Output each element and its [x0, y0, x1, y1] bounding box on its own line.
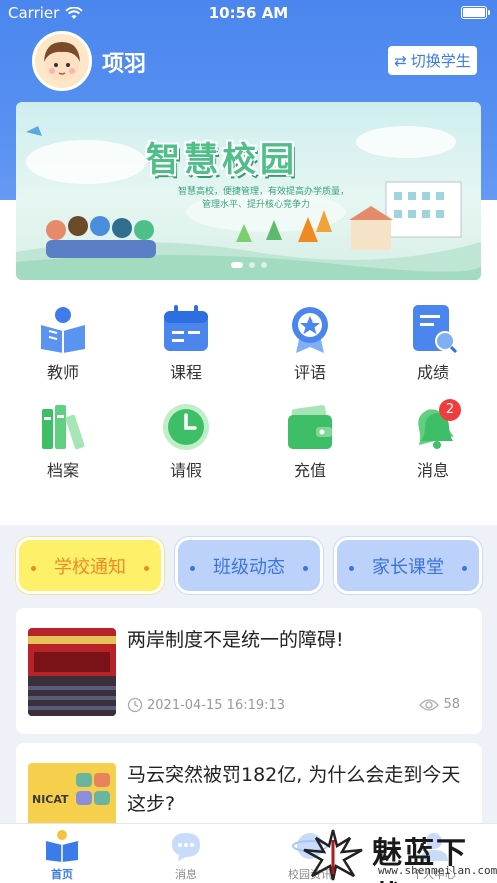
banner-subtitle-2: 管理水平、提升核心竞争力 [202, 200, 311, 210]
news-category-tabs: 学校通知 班级动态 家长课堂 [16, 537, 483, 594]
menu-label-recharge: 充值 [293, 461, 326, 480]
news-item[interactable]: 两岸制度不是统一的障碍! 2021-04-15 16:19:13 58 [16, 608, 482, 734]
tab-school-notice[interactable]: 学校通知 [16, 537, 164, 594]
avatar[interactable] [32, 31, 92, 91]
banner-carousel[interactable]: 智慧校园 智慧高校，便捷管理，有效提高办学质量， 管理水平、提升核心竞争力 [16, 102, 481, 280]
battery-icon [461, 6, 490, 19]
watermark-url: www.shenmeilan.com [378, 864, 497, 877]
chat-bubble-icon [168, 830, 204, 862]
menu-label-comment: 评语 [293, 363, 326, 382]
menu-item-teacher[interactable]: 教师 [15, 305, 111, 385]
status-bar: Carrier 10:56 AM [0, 0, 497, 26]
swap-icon: ⇄ [394, 51, 407, 70]
menu-label-teacher: 教师 [46, 363, 79, 382]
menu-label-leave: 请假 [169, 461, 202, 480]
nav-home[interactable]: 首页 [17, 830, 107, 882]
menu-label-messages: 消息 [416, 461, 449, 480]
news-timestamp: 2021-04-15 16:19:13 [127, 697, 285, 713]
dragon-logo-icon [303, 829, 363, 881]
tab-dot-left [31, 566, 36, 571]
carousel-dot-active[interactable] [230, 262, 243, 268]
banner-subtitle-1: 智慧高校，便捷管理，有效提高办学质量， [178, 187, 350, 197]
tab-dot-right [303, 566, 308, 571]
carousel-dot[interactable] [248, 262, 255, 268]
tab-label: 学校通知 [54, 556, 126, 578]
switch-student-button[interactable]: ⇄ 切换学生 [388, 46, 477, 75]
nav-label-messages: 消息 [175, 868, 197, 881]
clock-icon [162, 403, 210, 451]
home-book-icon [44, 830, 80, 862]
tab-dot-right [144, 566, 149, 571]
eye-icon [419, 698, 440, 711]
carousel-indicator [16, 262, 481, 268]
award-medal-icon [286, 305, 334, 353]
news-title: 马云突然被罚182亿, 为什么会走到今天这步? [127, 764, 461, 815]
child-avatar-icon [44, 42, 80, 81]
menu-item-recharge[interactable]: 充值 [262, 403, 358, 483]
tab-label: 班级动态 [213, 556, 285, 578]
switch-student-label: 切换学生 [410, 52, 471, 70]
tab-label: 家长课堂 [372, 556, 444, 578]
nav-label-home: 首页 [51, 868, 73, 881]
menu-item-leave[interactable]: 请假 [138, 403, 234, 483]
carousel-dot[interactable] [260, 262, 267, 268]
tab-dot-left [349, 566, 354, 571]
teacher-reading-icon [39, 305, 87, 353]
menu-label-archive: 档案 [46, 461, 79, 480]
report-search-icon [409, 305, 458, 354]
menu-item-messages[interactable]: 2 消息 [385, 399, 481, 483]
news-title: 两岸制度不是统一的障碍! [127, 629, 344, 651]
tab-class-updates[interactable]: 班级动态 [175, 537, 323, 594]
news-view-count: 58 [419, 697, 460, 712]
student-name: 项羽 [102, 52, 147, 77]
menu-item-grades[interactable]: 成绩 [385, 305, 481, 385]
menu-item-archive[interactable]: 档案 [15, 403, 111, 483]
site-watermark: 魅蓝下载 www.shenmeilan.com [298, 826, 497, 883]
books-archive-icon [39, 403, 87, 451]
unread-badge: 2 [439, 399, 461, 421]
menu-label-course: 课程 [169, 363, 202, 382]
tab-parent-class[interactable]: 家长课堂 [334, 537, 482, 594]
menu-item-comment[interactable]: 评语 [262, 305, 358, 385]
news-thumbnail [28, 628, 116, 716]
wallet-icon [286, 403, 334, 451]
news-time-label: 2021-04-15 16:19:13 [147, 697, 286, 713]
calendar-icon [162, 305, 210, 353]
svg-text:NICAT: NICAT [32, 793, 69, 806]
banner-title: 智慧校园 [146, 140, 298, 180]
nav-messages[interactable]: 消息 [141, 830, 231, 882]
menu-label-grades: 成绩 [416, 363, 449, 382]
bell-icon: 2 [409, 399, 461, 451]
clock-time: 10:56 AM [208, 4, 289, 22]
tab-dot-left [190, 566, 195, 571]
menu-item-course[interactable]: 课程 [138, 305, 234, 385]
tab-dot-right [462, 566, 467, 571]
clock-icon [127, 697, 143, 713]
news-views-label: 58 [443, 697, 460, 712]
